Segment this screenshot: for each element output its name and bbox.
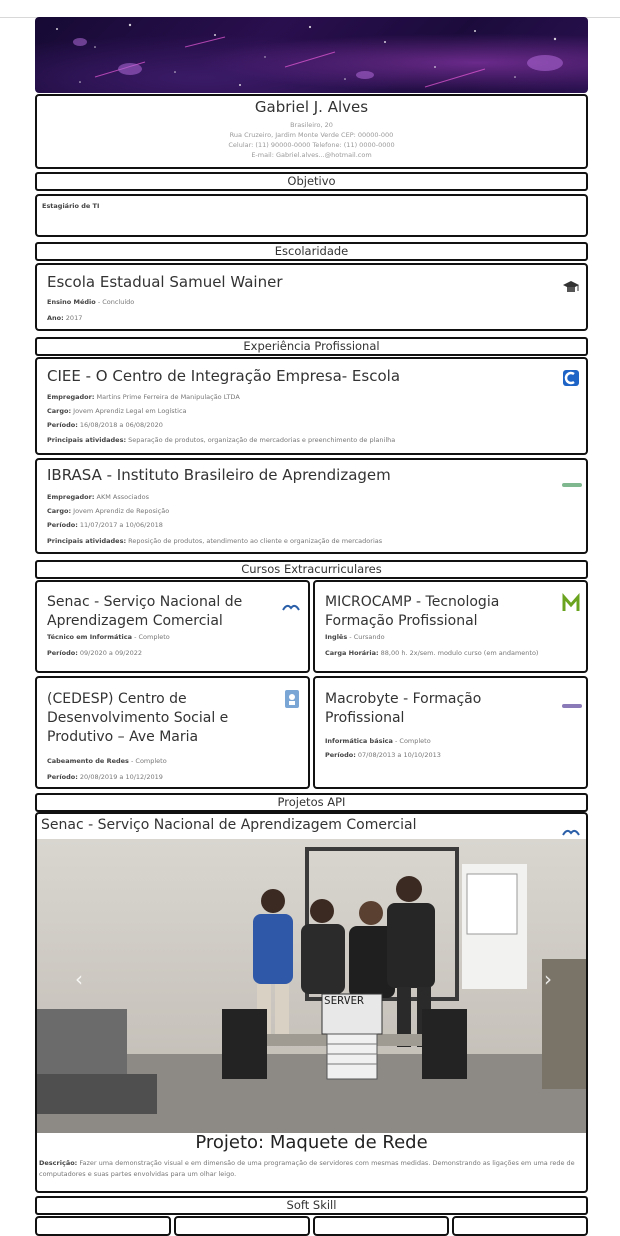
- experience-title: IBRASA - Instituto Brasileiro de Aprendi…: [47, 466, 391, 484]
- section-heading-escolaridade: Escolaridade: [35, 242, 588, 261]
- course-title: Macrobyte - Formação Profissional: [325, 691, 482, 726]
- soft-skill-card: [35, 1216, 171, 1236]
- experience-card: CIEE - O Centro de Integração Empresa- E…: [35, 357, 588, 455]
- section-heading-projetos: Projetos API: [35, 793, 588, 812]
- carousel-next-icon[interactable]: ›: [544, 967, 552, 991]
- contact-line: Brasileiro, 20: [290, 121, 333, 129]
- project-description: Descrição: Fazer uma demonstração visual…: [39, 1159, 575, 1178]
- server-sign: SERVER: [324, 994, 364, 1007]
- experience-period: Período: 16/08/2018 a 06/08/2020: [47, 421, 163, 429]
- header-banner-image: [35, 17, 588, 93]
- section-heading-soft-skill: Soft Skill: [35, 1196, 588, 1215]
- soft-skill-card: [174, 1216, 310, 1236]
- course-title: MICROCAMP - Tecnologia Formação Profissio…: [325, 594, 500, 629]
- course-period: Período: 07/08/2013 a 10/10/2013: [325, 751, 441, 759]
- person-name: Gabriel J. Alves: [254, 98, 369, 116]
- experience-role: Cargo: Jovem Aprendiz Legal em Logística: [47, 407, 187, 415]
- objetivo-card: Estagiário de TI: [35, 194, 588, 237]
- senac-logo-icon: [282, 597, 300, 613]
- soft-skill-card: [452, 1216, 588, 1236]
- project-card: Senac - Serviço Nacional de Aprendizagem…: [35, 812, 588, 1193]
- section-heading-experiencia: Experiência Profissional: [35, 337, 588, 356]
- project-photo: [37, 839, 586, 1133]
- objetivo-text: Estagiário de TI: [42, 202, 100, 210]
- section-heading-cursos: Cursos Extracurriculares: [35, 560, 588, 579]
- project-title: Projeto: Maquete de Rede: [195, 1132, 428, 1153]
- course-workload: Carga Horária: 88,00 h. 2x/sem. modulo c…: [325, 649, 539, 657]
- project-photo-carousel[interactable]: SERVER ‹ ›: [37, 839, 586, 1133]
- contact-line: Celular: (11) 90000-0000 Telefone: (11) …: [228, 141, 395, 149]
- course-name: Cabeamento de Redes - Completo: [47, 757, 167, 765]
- senac-logo-icon: [562, 822, 580, 838]
- microcamp-logo-icon: [562, 593, 580, 611]
- galaxy-illustration: [56, 23, 563, 88]
- macrobyte-logo-icon: [562, 694, 582, 710]
- education-level: Ensino Médio - Concluído: [47, 298, 135, 306]
- section-heading-objetivo: Objetivo: [35, 172, 588, 191]
- experience-activities: Principais atividades: Separação de prod…: [47, 436, 396, 444]
- contact-line: Rua Cruzeiro, Jardim Monte Verde CEP: 00…: [229, 131, 394, 139]
- experience-employer: Empregador: Martins Prime Ferreira de Ma…: [47, 393, 240, 401]
- graduation-cap-icon: [562, 279, 580, 295]
- course-name: Técnico em Informática - Completo: [47, 633, 170, 641]
- course-title: (CEDESP) Centro de Desenvolvimento Social…: [47, 691, 229, 745]
- course-card: Senac - Serviço Nacional de Aprendizagem …: [35, 580, 310, 673]
- experience-activities: Principais atividades: Reposição de prod…: [47, 537, 383, 545]
- project-institution: Senac - Serviço Nacional de Aprendizagem…: [41, 817, 417, 833]
- course-name: Informática básica - Completo: [325, 737, 431, 745]
- experience-card: IBRASA - Instituto Brasileiro de Aprendi…: [35, 458, 588, 554]
- course-card: (CEDESP) Centro de Desenvolvimento Social…: [35, 676, 310, 789]
- experience-employer: Empregador: AKM Associados: [47, 493, 149, 501]
- school-name: Escola Estadual Samuel Wainer: [47, 273, 283, 291]
- course-card: MICROCAMP - Tecnologia Formação Profissio…: [313, 580, 588, 673]
- cedesp-logo-icon: [284, 689, 302, 708]
- course-name: Inglês - Cursando: [325, 633, 385, 641]
- course-period: Período: 09/2020 a 09/2022: [47, 649, 142, 657]
- contact-card: Gabriel J. Alves Brasileiro, 20 Rua Cruz…: [35, 94, 588, 169]
- experience-period: Período: 11/07/2017 a 10/06/2018: [47, 521, 163, 529]
- ciee-logo-icon: [562, 369, 580, 386]
- soft-skill-card: [313, 1216, 449, 1236]
- experience-role: Cargo: Jovem Aprendiz de Reposição: [47, 507, 170, 515]
- experience-title: CIEE - O Centro de Integração Empresa- E…: [47, 367, 401, 385]
- carousel-prev-icon[interactable]: ‹: [75, 967, 83, 991]
- contact-line: E-mail: Gabriel.alves...@hotmail.com: [251, 151, 372, 159]
- course-period: Período: 20/08/2019 a 10/12/2019: [47, 773, 163, 781]
- escolaridade-card: Escola Estadual Samuel Wainer Ensino Méd…: [35, 263, 588, 331]
- course-card: Macrobyte - Formação Profissional Informá…: [313, 676, 588, 789]
- ibrasa-logo-icon: [562, 474, 582, 490]
- contact-details: Brasileiro, 20 Rua Cruzeiro, Jardim Mont…: [37, 120, 586, 160]
- education-year: Ano: 2017: [47, 314, 83, 322]
- course-title: Senac - Serviço Nacional de Aprendizagem …: [47, 594, 243, 629]
